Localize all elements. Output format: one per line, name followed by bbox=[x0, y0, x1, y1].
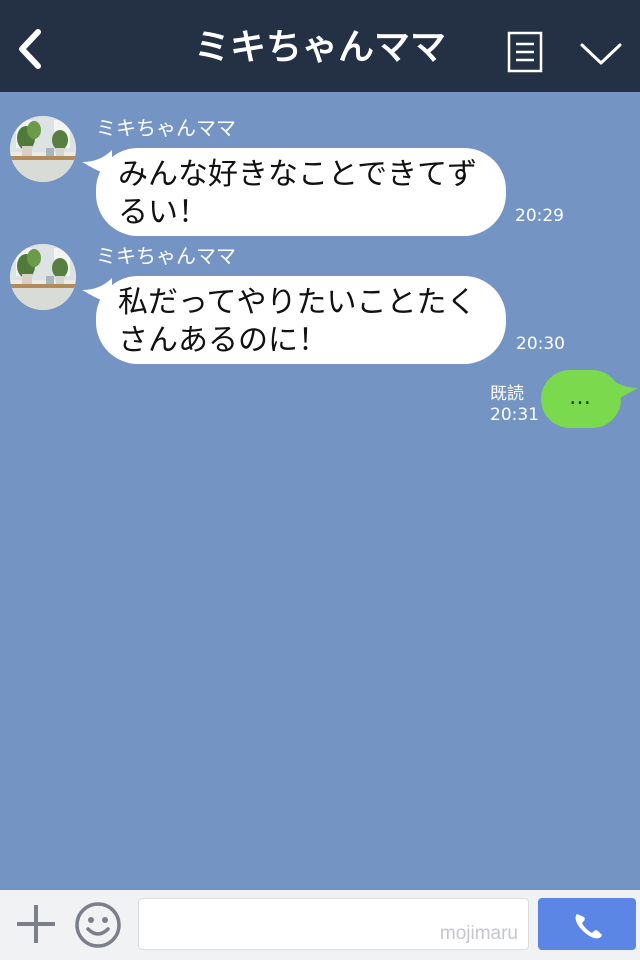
watermark: mojimaru bbox=[439, 923, 518, 944]
avatar[interactable] bbox=[10, 244, 76, 310]
sender-name: ミキちゃんママ bbox=[96, 244, 236, 268]
chat-header: ミキちゃんママ bbox=[0, 0, 640, 92]
message-bubble[interactable]: 私だってやりたいことたく さんあるのに！ bbox=[96, 276, 506, 364]
plus-icon bbox=[17, 905, 55, 943]
message-line: 私だってやりたいことたく bbox=[118, 285, 477, 320]
chat-title: ミキちゃんママ bbox=[193, 27, 446, 68]
plant-avatar-icon bbox=[10, 244, 76, 310]
menu-button[interactable] bbox=[507, 31, 543, 73]
message-line: みんな好きなことできてず bbox=[118, 157, 478, 192]
outgoing-bubble[interactable]: … bbox=[541, 370, 621, 428]
plant-avatar-icon bbox=[10, 116, 76, 182]
collapse-button[interactable] bbox=[578, 36, 624, 70]
read-status: 既読 20:31 bbox=[490, 384, 539, 426]
message-line: るい！ bbox=[118, 195, 208, 230]
chevron-left-icon bbox=[19, 29, 41, 69]
input-bar: mojimaru bbox=[0, 890, 640, 960]
message-time: 20:31 bbox=[490, 405, 539, 425]
phone-icon bbox=[575, 914, 602, 939]
message-time: 20:30 bbox=[516, 334, 565, 354]
emoji-icon bbox=[75, 902, 121, 948]
chevron-down-icon bbox=[580, 43, 622, 65]
message-time: 20:29 bbox=[515, 206, 564, 226]
add-button[interactable] bbox=[14, 902, 58, 946]
call-button[interactable] bbox=[538, 898, 636, 950]
message-line: さんあるのに！ bbox=[118, 323, 328, 358]
message-bubble[interactable]: みんな好きなことできてず るい！ bbox=[96, 148, 506, 236]
message-input[interactable]: mojimaru bbox=[138, 898, 529, 950]
avatar[interactable] bbox=[10, 116, 76, 182]
read-label: 既読 bbox=[490, 384, 524, 404]
back-button[interactable] bbox=[12, 26, 48, 72]
sender-name: ミキちゃんママ bbox=[96, 116, 236, 140]
emoji-button[interactable] bbox=[74, 901, 122, 949]
menu-list-icon bbox=[507, 31, 543, 73]
chat-area[interactable]: ミキちゃんママ みんな好きなことできてず るい！ 20:29 ミキちゃんママ 私… bbox=[0, 92, 640, 890]
